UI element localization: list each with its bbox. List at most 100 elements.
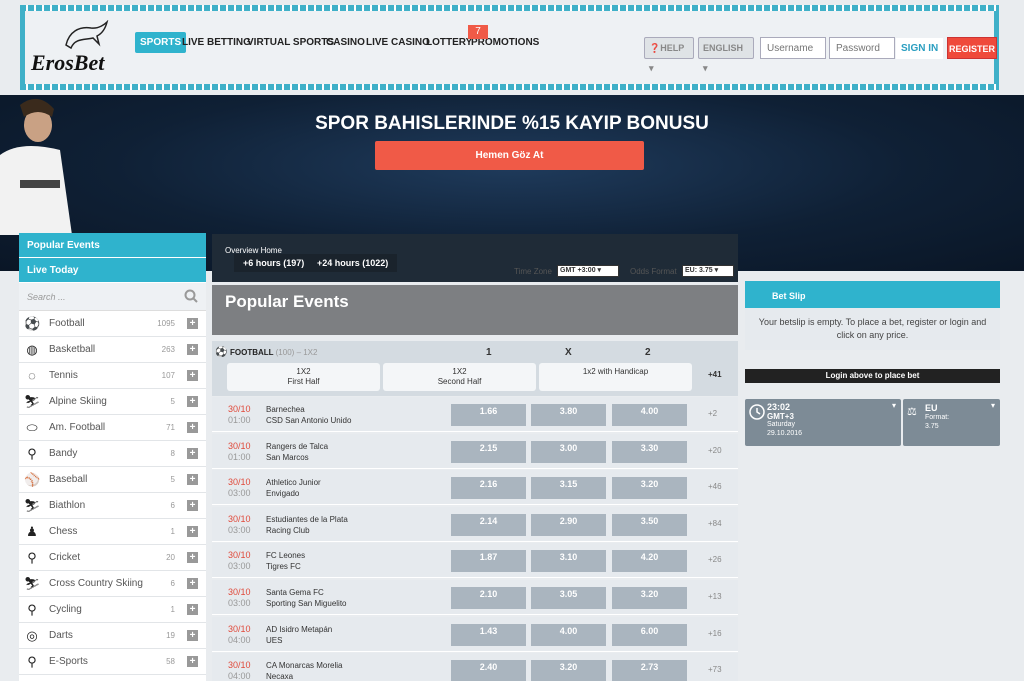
language-select[interactable]: ENGLISH ▾ [698, 37, 754, 73]
sport-item[interactable]: ⚲ Cricket 20 + [19, 545, 206, 571]
odds-format-widget[interactable]: ⚖ EU Format: 3.75 ▾ [903, 399, 1000, 446]
more-markets[interactable]: +2 [708, 409, 717, 418]
live-today-link[interactable]: Live Today [19, 258, 206, 283]
more-markets[interactable]: +13 [708, 592, 722, 601]
more-markets[interactable]: +46 [708, 482, 722, 491]
more-markets[interactable]: +16 [708, 629, 722, 638]
odds-draw-button[interactable]: 3.00 [531, 440, 606, 463]
sport-item[interactable]: ◎ Darts 19 + [19, 623, 206, 649]
login-to-bet-notice[interactable]: Login above to place bet [745, 369, 1000, 383]
timezone-select[interactable]: GMT +3:00 ▾ [557, 265, 619, 277]
search-placeholder[interactable]: Search ... [27, 292, 66, 302]
sport-item[interactable]: ⛷ Alpine Skiing 5 + [19, 389, 206, 415]
more-markets[interactable]: +41 [708, 370, 722, 379]
logo[interactable]: ErosBet [31, 20, 126, 78]
sport-item[interactable]: ⛷ Cross Country Skiing 6 + [19, 571, 206, 597]
expand-icon[interactable]: + [187, 552, 198, 563]
market-second-half[interactable]: 1X2 Second Half [383, 363, 536, 391]
odds-home-button[interactable]: 1.43 [451, 623, 526, 646]
clock-widget[interactable]: 23:02 GMT+3 Saturday 29.10.2016 ▾ [745, 399, 901, 446]
odds-draw-button[interactable]: 3.05 [531, 587, 606, 609]
event-teams[interactable]: Barnechea CSD San Antonio Unido [266, 404, 351, 426]
sport-item[interactable]: ⚲ E-Sports 58 + [19, 649, 206, 675]
sport-item[interactable]: ⛷ Biathlon 6 + [19, 493, 206, 519]
expand-icon[interactable]: + [187, 656, 198, 667]
event-teams[interactable]: Estudiantes de la Plata Racing Club [266, 514, 348, 536]
event-teams[interactable]: CA Monarcas Morelia Necaxa [266, 660, 342, 681]
odds-home-button[interactable]: 2.16 [451, 477, 526, 500]
event-teams[interactable]: Athletico Junior Envigado [266, 477, 321, 499]
odds-away-button[interactable]: 6.00 [612, 623, 687, 646]
odds-draw-button[interactable]: 3.15 [531, 477, 606, 500]
expand-icon[interactable]: + [187, 318, 198, 329]
filter-6-hours[interactable]: +6 hours (197) [234, 254, 314, 272]
popular-events-link[interactable]: Popular Events [19, 233, 206, 258]
odds-draw-button[interactable]: 3.10 [531, 550, 606, 573]
sport-item[interactable]: ⚾ Baseball 5 + [19, 467, 206, 493]
filter-24-hours[interactable]: +24 hours (1022) [308, 254, 398, 272]
event-teams[interactable]: Rangers de Talca San Marcos [266, 441, 328, 463]
sport-item[interactable]: ◍ Basketball 263 + [19, 337, 206, 363]
odds-home-button[interactable]: 2.10 [451, 587, 526, 609]
more-markets[interactable]: +84 [708, 519, 722, 528]
odds-draw-button[interactable]: 3.80 [531, 404, 606, 426]
odds-away-button[interactable]: 3.30 [612, 440, 687, 463]
help-button[interactable]: ❓HELP ▾ [644, 37, 694, 73]
nav-live-betting[interactable]: LIVE BETTING [182, 37, 251, 48]
market-handicap[interactable]: 1x2 with Handicap [539, 363, 692, 391]
odds-away-button[interactable]: 3.20 [612, 477, 687, 500]
sport-item[interactable]: ♟ Chess 1 + [19, 519, 206, 545]
expand-icon[interactable]: + [187, 448, 198, 459]
expand-icon[interactable]: + [187, 578, 198, 589]
odds-draw-button[interactable]: 2.90 [531, 513, 606, 536]
search-icon[interactable] [184, 289, 198, 303]
odds-away-button[interactable]: 3.20 [612, 587, 687, 609]
more-markets[interactable]: +73 [708, 665, 722, 674]
nav-live-casino[interactable]: LIVE CASINO [366, 37, 430, 48]
expand-icon[interactable]: + [187, 422, 198, 433]
nav-lottery[interactable]: LOTTERY [426, 37, 472, 48]
sign-in-button[interactable]: SIGN IN [896, 38, 944, 59]
sport-name: Football [49, 318, 85, 329]
event-teams[interactable]: FC Leones Tigres FC [266, 550, 305, 572]
odds-away-button[interactable]: 4.20 [612, 550, 687, 573]
odds-away-button[interactable]: 2.73 [612, 660, 687, 681]
password-input[interactable] [829, 37, 895, 59]
odds-away-button[interactable]: 4.00 [612, 404, 687, 426]
sports-search[interactable]: Search ... [19, 283, 206, 311]
expand-icon[interactable]: + [187, 396, 198, 407]
odds-format-select[interactable]: EU: 3.75 ▾ [682, 265, 734, 277]
expand-icon[interactable]: + [187, 474, 198, 485]
hero-cta-button[interactable]: Hemen Göz At [375, 141, 644, 170]
expand-icon[interactable]: + [187, 604, 198, 615]
odds-home-button[interactable]: 2.40 [451, 660, 526, 681]
expand-icon[interactable]: + [187, 526, 198, 537]
expand-icon[interactable]: + [187, 630, 198, 641]
nav-virtual-sports[interactable]: VIRTUAL SPORTS [247, 37, 334, 48]
expand-icon[interactable]: + [187, 344, 198, 355]
event-teams[interactable]: AD Isidro Metapán UES [266, 624, 332, 646]
nav-casino[interactable]: CASINO [326, 37, 365, 48]
sport-item[interactable]: ⚽ Football 1095 + [19, 311, 206, 337]
expand-icon[interactable]: + [187, 500, 198, 511]
odds-draw-button[interactable]: 3.20 [531, 660, 606, 681]
sport-item[interactable]: ⚲ Cycling 1 + [19, 597, 206, 623]
more-markets[interactable]: +26 [708, 555, 722, 564]
username-input[interactable] [760, 37, 826, 59]
more-markets[interactable]: +20 [708, 446, 722, 455]
register-button[interactable]: REGISTER [947, 37, 997, 59]
odds-home-button[interactable]: 2.14 [451, 513, 526, 536]
market-first-half[interactable]: 1X2 First Half [227, 363, 380, 391]
expand-icon[interactable]: + [187, 370, 198, 381]
odds-home-button[interactable]: 1.66 [451, 404, 526, 426]
sport-item[interactable]: ⚲ Bandy 8 + [19, 441, 206, 467]
nav-sports[interactable]: SPORTS [135, 32, 187, 53]
odds-draw-button[interactable]: 4.00 [531, 623, 606, 646]
odds-home-button[interactable]: 2.15 [451, 440, 526, 463]
sport-item[interactable]: ⬭ Am. Football 71 + [19, 415, 206, 441]
event-teams[interactable]: Santa Gema FC Sporting San Miguelito [266, 587, 347, 609]
odds-away-button[interactable]: 3.50 [612, 513, 687, 536]
odds-home-button[interactable]: 1.87 [451, 550, 526, 573]
promotions-badge: 7 [468, 25, 488, 39]
sport-item[interactable]: ◌ Tennis 107 + [19, 363, 206, 389]
